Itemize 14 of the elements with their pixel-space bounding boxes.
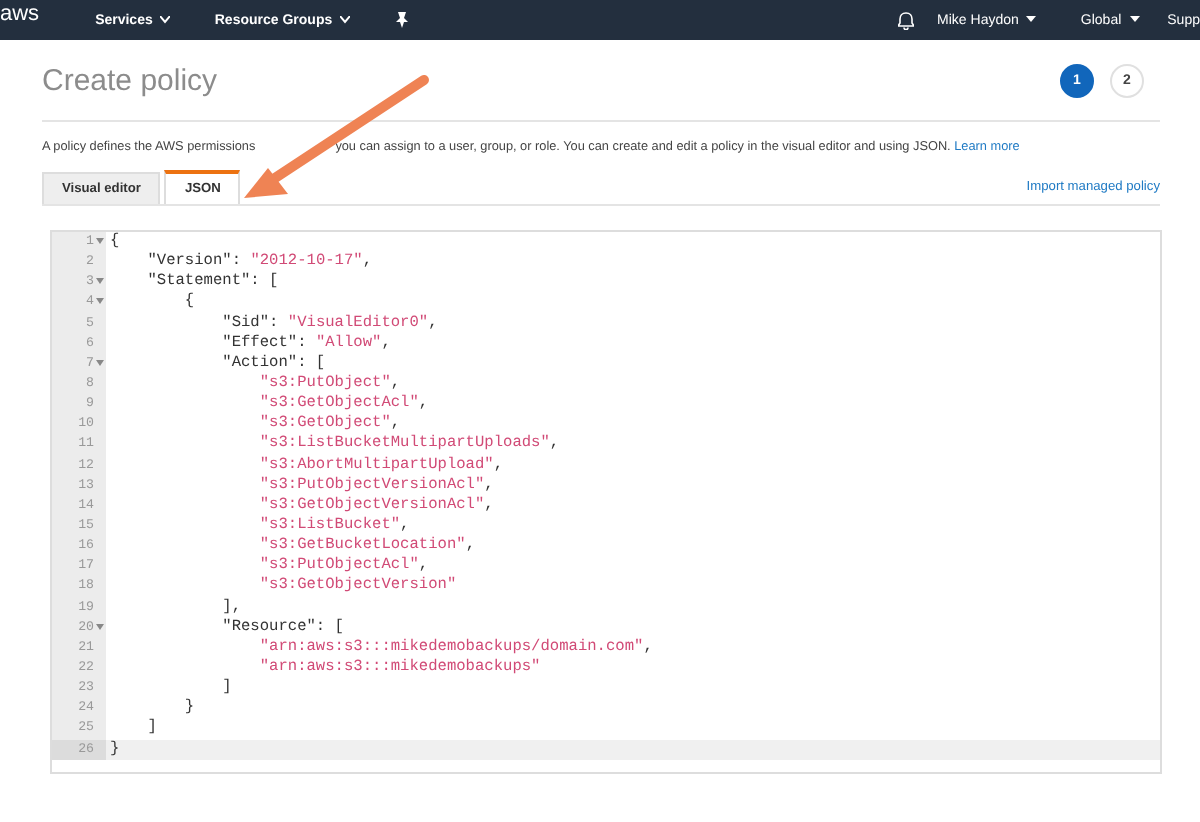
page-title: Create policy (42, 63, 218, 97)
code-editor[interactable] (50, 230, 1162, 774)
caret-icon (160, 16, 171, 24)
fold-caret-icon[interactable] (95, 238, 103, 244)
fold-caret-icon[interactable] (95, 623, 103, 630)
fold-caret-icon[interactable] (95, 359, 103, 366)
caret-icon (1129, 16, 1140, 24)
fold-caret-icon[interactable] (95, 298, 103, 305)
bell-icon[interactable] (897, 11, 914, 29)
pin-icon[interactable] (394, 12, 411, 28)
aws-logo[interactable]: aws (0, 2, 40, 26)
caret-icon (340, 16, 351, 24)
fold-caret-icon[interactable] (95, 278, 103, 285)
caret-icon (1026, 16, 1037, 24)
